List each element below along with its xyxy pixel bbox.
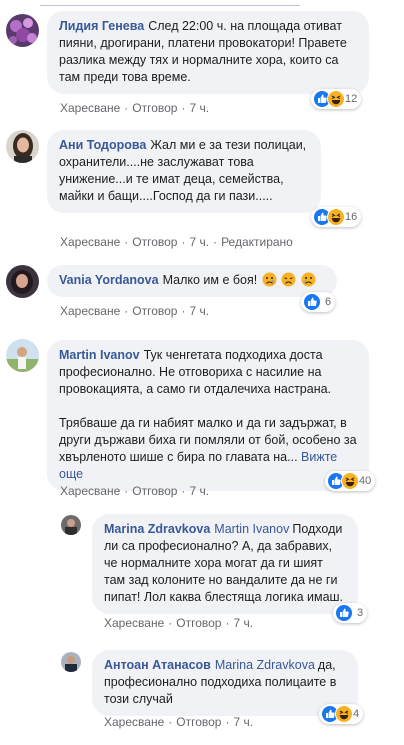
comment-bubble: Vania Yordanova Малко им е боя!: [47, 265, 337, 297]
reply-link[interactable]: Отговор: [176, 715, 221, 729]
like-link[interactable]: Харесване: [60, 101, 120, 115]
timestamp[interactable]: 7 ч.: [189, 484, 209, 498]
haha-reaction-icon: [341, 472, 359, 490]
reply-author[interactable]: Marina Zdravkova: [104, 522, 210, 536]
timestamp[interactable]: 7 ч.: [233, 715, 253, 729]
reply-actions: Харесване · Отговор · 7 ч.: [104, 616, 254, 630]
avatar[interactable]: [61, 652, 81, 672]
comment-author[interactable]: Лидия Генева: [59, 19, 144, 33]
comment-actions: Харесване · Отговор · 7 ч.: [60, 484, 210, 498]
reply-link[interactable]: Отговор: [176, 616, 221, 630]
like-reaction-icon: [335, 604, 353, 622]
avatar[interactable]: [6, 265, 39, 298]
comment-text-paragraph: Трябваше да ги набият малко и да ги задъ…: [59, 415, 357, 483]
comment-author[interactable]: Ани Тодорова: [59, 138, 146, 152]
reply-link[interactable]: Отговор: [132, 235, 177, 249]
edited-label[interactable]: Редактирано: [221, 235, 293, 249]
like-reaction-icon: [303, 293, 321, 311]
avatar[interactable]: [6, 14, 39, 47]
reply-bubble: Антоан Атанасов Marina Zdravkova да, профе…: [92, 650, 358, 716]
avatar-portrait-icon: [61, 515, 81, 535]
reaction-summary[interactable]: 40: [325, 471, 376, 491]
avatar-portrait-icon: [6, 339, 39, 372]
reply-bubble: Marina Zdravkova Martin Ivanov Подходи ли …: [92, 514, 358, 614]
avatar[interactable]: [6, 339, 39, 372]
reaction-summary[interactable]: 3: [333, 603, 368, 623]
comment-text: Малко им е боя!: [162, 273, 258, 287]
haha-reaction-icon: [327, 208, 345, 226]
timestamp[interactable]: 7 ч.: [189, 235, 209, 249]
mention-link[interactable]: Marina Zdravkova: [215, 658, 315, 672]
reaction-count: 4: [353, 708, 360, 720]
sad-emoji-icon: [301, 272, 316, 287]
comment-bubble: Лидия Генева След 22:00 ч. на площада оти…: [47, 11, 369, 94]
sad-emoji-icon: [262, 272, 277, 287]
avatar-flowers-icon: [6, 14, 39, 47]
avatar-portrait-icon: [61, 652, 81, 672]
comment-author[interactable]: Martin Ivanov: [59, 348, 140, 362]
timestamp[interactable]: 7 ч.: [189, 101, 209, 115]
reply-link[interactable]: Отговор: [132, 101, 177, 115]
reply-link[interactable]: Отговор: [132, 484, 177, 498]
like-link[interactable]: Харесване: [104, 715, 164, 729]
mention-link[interactable]: Martin Ivanov: [214, 522, 289, 536]
reaction-summary[interactable]: 12: [311, 89, 362, 109]
like-link[interactable]: Харесване: [60, 484, 120, 498]
avatar-portrait-icon: [6, 265, 39, 298]
avatar-portrait-icon: [6, 130, 39, 163]
reaction-count: 6: [325, 296, 332, 308]
haha-reaction-icon: [335, 705, 353, 723]
comment-bubble: Martin Ivanov Тук ченгетата подходиха дос…: [47, 340, 369, 491]
comment-author[interactable]: Vania Yordanova: [59, 273, 159, 287]
like-link[interactable]: Харесване: [104, 616, 164, 630]
reaction-count: 40: [359, 475, 372, 487]
reaction-count: 16: [345, 211, 358, 223]
like-link[interactable]: Харесване: [60, 304, 120, 318]
haha-reaction-icon: [327, 90, 345, 108]
cropped-previous-comment: [0, 0, 404, 6]
timestamp[interactable]: 7 ч.: [233, 616, 253, 630]
like-link[interactable]: Харесване: [60, 235, 120, 249]
reply-link[interactable]: Отговор: [132, 304, 177, 318]
comment-actions: Харесване · Отговор · 7 ч.: [60, 101, 210, 115]
comment-actions: Харесване · Отговор · 7 ч.: [60, 304, 210, 318]
comment-actions: Харесване · Отговор · 7 ч. · Редактирано: [60, 235, 293, 249]
avatar[interactable]: [6, 130, 39, 163]
reply-author[interactable]: Антоан Атанасов: [104, 658, 211, 672]
reaction-count: 3: [357, 607, 364, 619]
avatar[interactable]: [61, 515, 81, 535]
reaction-summary[interactable]: 6: [301, 292, 336, 312]
timestamp[interactable]: 7 ч.: [189, 304, 209, 318]
reaction-summary[interactable]: 16: [311, 207, 362, 227]
sad-emoji-icon: [281, 272, 296, 287]
reaction-count: 12: [345, 93, 358, 105]
reaction-summary[interactable]: 4: [319, 704, 364, 724]
reply-actions: Харесване · Отговор · 7 ч.: [104, 715, 254, 729]
comment-bubble: Ани Тодорова Жал ми е за тези полицаи, ох…: [47, 130, 321, 213]
